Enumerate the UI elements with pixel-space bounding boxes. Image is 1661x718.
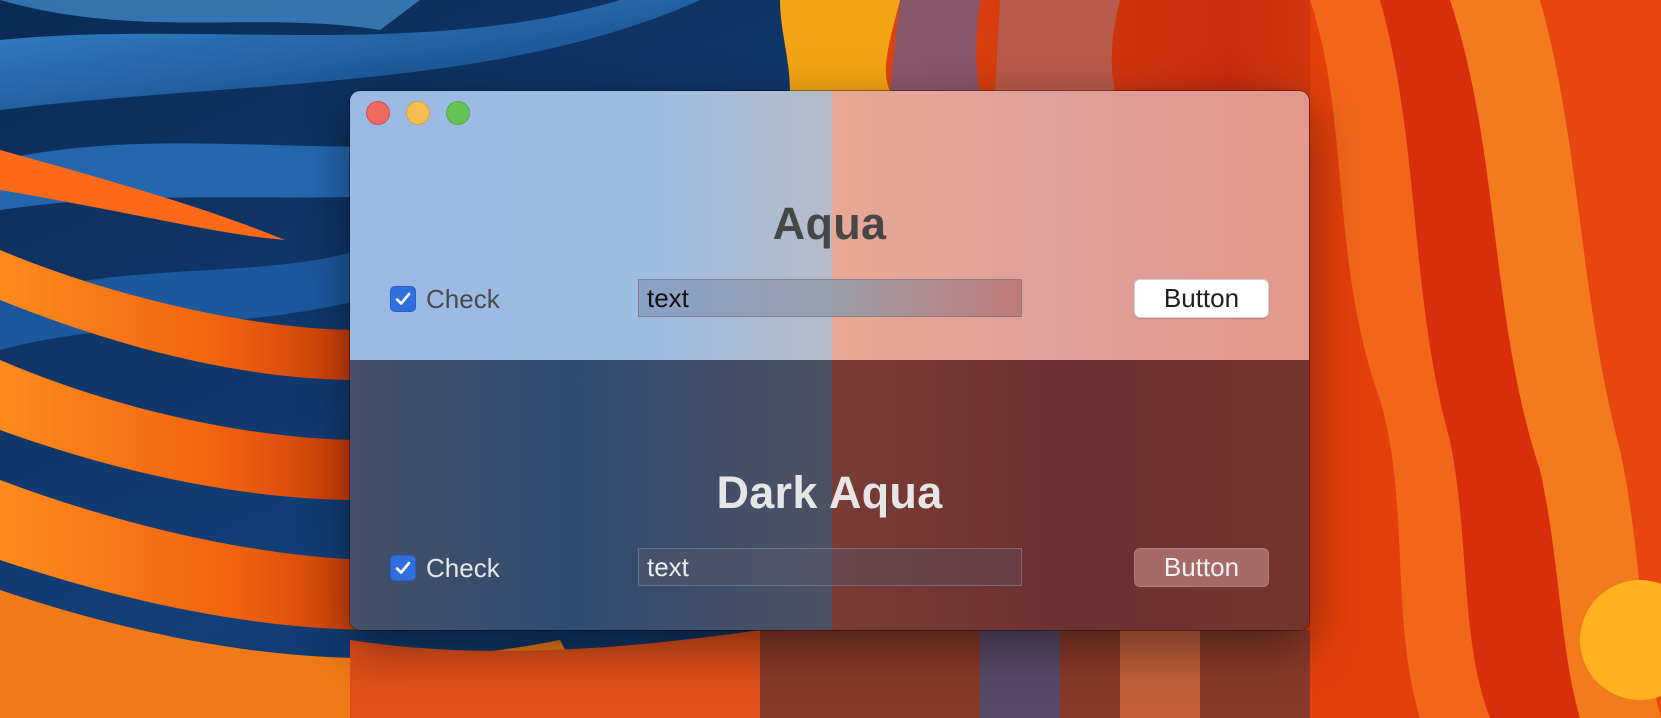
checkmark-icon	[395, 561, 411, 574]
dark-aqua-checkbox-row[interactable]: Check	[390, 553, 500, 583]
aqua-checkbox-label: Check	[426, 283, 500, 314]
close-button[interactable]	[366, 101, 390, 125]
minimize-button[interactable]	[406, 101, 430, 125]
app-window: Aqua Check text Button Dark Aqua Check t…	[350, 91, 1309, 630]
aqua-text-field[interactable]: text	[638, 279, 1022, 317]
dark-aqua-checkbox[interactable]	[390, 555, 416, 581]
dark-aqua-heading: Dark Aqua	[716, 467, 943, 518]
dark-aqua-text-field[interactable]: text	[638, 548, 1022, 586]
dark-aqua-button[interactable]: Button	[1134, 548, 1269, 587]
zoom-button[interactable]	[446, 101, 470, 125]
aqua-checkbox-row[interactable]: Check	[390, 284, 500, 314]
checkmark-icon	[395, 292, 411, 305]
dark-aqua-checkbox-label: Check	[426, 552, 500, 583]
aqua-section: Aqua Check text Button	[350, 91, 1309, 361]
aqua-button[interactable]: Button	[1134, 279, 1269, 318]
aqua-heading: Aqua	[772, 198, 887, 249]
dark-aqua-section: Dark Aqua Check text Button	[350, 360, 1309, 630]
aqua-checkbox[interactable]	[390, 286, 416, 312]
desktop: Aqua Check text Button Dark Aqua Check t…	[0, 0, 1661, 718]
